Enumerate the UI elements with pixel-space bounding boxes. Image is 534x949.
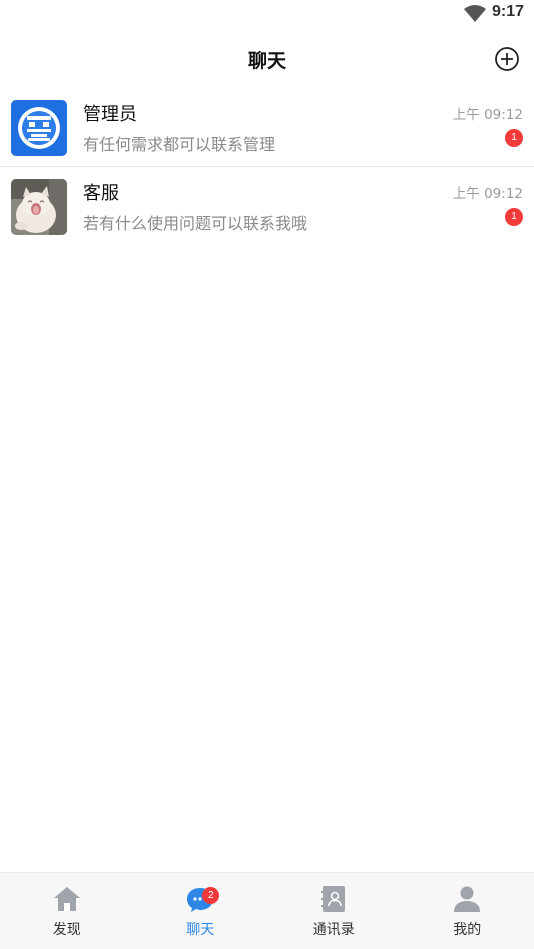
cat-photo-avatar [11,179,67,235]
add-button[interactable] [494,46,520,72]
nav-label: 通讯录 [312,922,355,938]
wifi-icon [464,5,486,22]
nav-item-me[interactable]: 我的 [401,873,534,949]
chat-time: 上午 09:12 [452,186,523,202]
nav-item-chat[interactable]: 2 聊天 [134,873,268,949]
chat-item-customer-service[interactable]: 客服 若有什么使用问题可以联系我哦 上午 09:12 1 [0,167,534,245]
chat-item-admin[interactable]: 管理员 有任何需求都可以联系管理 上午 09:12 1 [0,88,534,167]
avatar [11,100,67,156]
unread-badge: 1 [505,129,523,147]
admin-logo-icon [11,100,67,156]
chat-time: 上午 09:12 [452,107,523,123]
nav-badge: 2 [202,887,220,904]
nav-label: 发现 [52,922,81,938]
status-time: 9:17 [491,3,524,20]
nav-label: 我的 [453,922,482,938]
bottom-nav: 发现 2 聊天 通讯录 我的 [0,872,534,949]
nav-item-discover[interactable]: 发现 [0,873,134,949]
chat-name: 管理员 [83,104,137,125]
chat-list: 管理员 有任何需求都可以联系管理 上午 09:12 1 客服 若有什么使用问题可… [0,88,534,245]
person-icon [454,886,481,912]
status-bar: 9:17 [0,0,534,28]
unread-badge: 1 [505,208,523,226]
nav-item-contacts[interactable]: 通讯录 [267,873,401,949]
home-icon [53,887,80,911]
title-bar: 聊天 [0,36,534,82]
page-title: 聊天 [247,50,286,72]
chat-screen: 9:17 聊天 管理员 有任何需求都可以联系管理 上午 09:12 1 客服 若… [0,0,534,949]
avatar [11,179,67,235]
chat-name: 客服 [83,183,119,204]
plus-circle-icon [495,47,519,71]
chat-preview: 有任何需求都可以联系管理 [83,135,276,154]
contacts-book-icon [320,886,345,912]
nav-label: 聊天 [186,922,215,938]
chat-preview: 若有什么使用问题可以联系我哦 [83,214,308,233]
